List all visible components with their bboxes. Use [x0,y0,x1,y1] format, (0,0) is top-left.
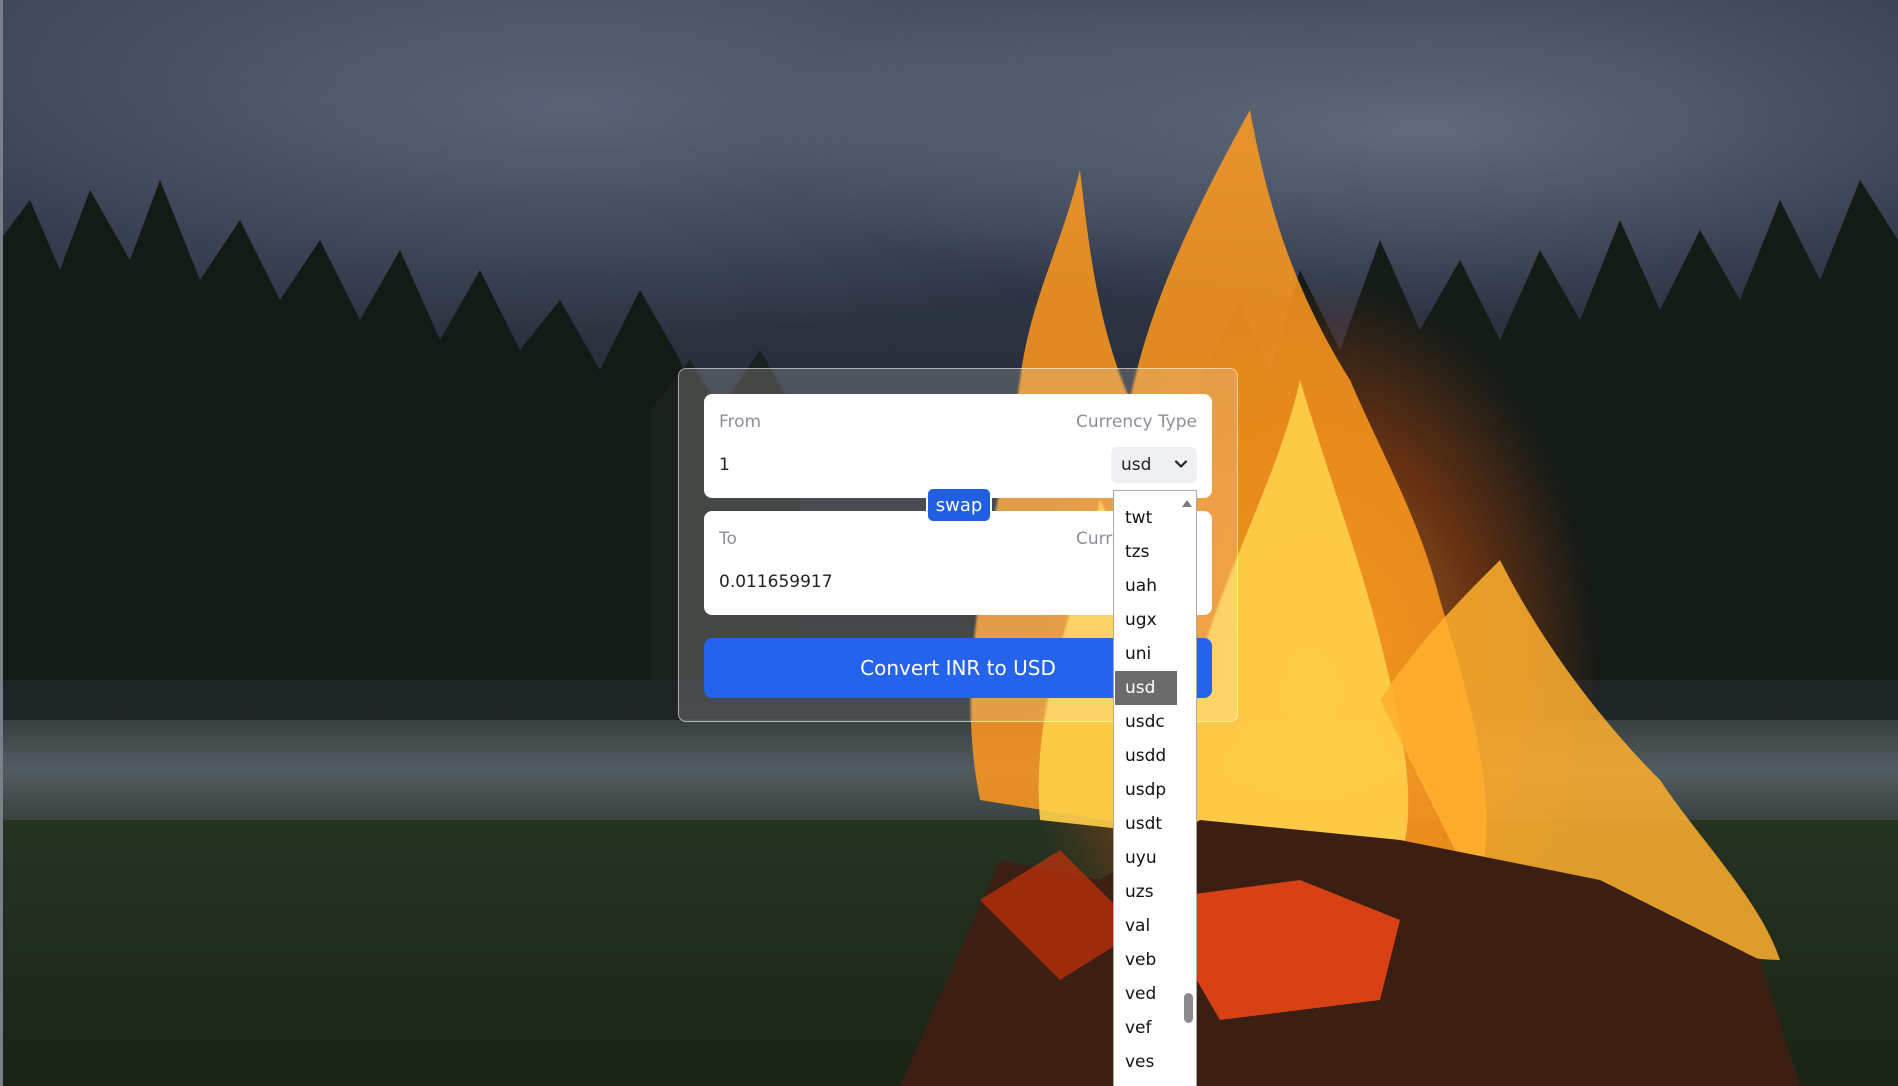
currency-option[interactable]: tzs [1115,535,1177,569]
currency-option-selected[interactable]: usd [1115,671,1177,705]
window-edge [0,0,3,1086]
currency-option[interactable]: usdt [1115,807,1177,841]
to-amount-input[interactable] [719,567,1019,597]
from-box: From Currency Type usd [704,394,1212,498]
currency-option[interactable]: uzs [1115,875,1177,909]
triangle-up-icon[interactable] [1180,497,1194,509]
from-currency-value: usd [1121,455,1152,475]
currency-option[interactable]: twt [1115,501,1177,535]
currency-option[interactable]: usdp [1115,773,1177,807]
scrollbar-thumb[interactable] [1184,993,1193,1023]
currency-option[interactable]: ves [1115,1045,1177,1079]
currency-option[interactable]: usdc [1115,705,1177,739]
currency-option[interactable]: usdd [1115,739,1177,773]
currency-option[interactable]: vef [1115,1011,1177,1045]
currency-option[interactable]: veb [1115,943,1177,977]
currency-option[interactable]: ved [1115,977,1177,1011]
currency-option[interactable]: uyu [1115,841,1177,875]
currency-option[interactable]: uni [1115,637,1177,671]
swap-button[interactable]: swap [926,487,992,523]
from-amount-input[interactable] [719,450,1019,480]
currency-dropdown-list[interactable]: twt tzs uah ugx uni usd usdc usdd usdp u… [1113,490,1197,1086]
from-currency-type-label: Currency Type [1075,412,1197,432]
currency-option[interactable]: uah [1115,569,1177,603]
from-currency-select[interactable]: usd [1111,447,1197,483]
to-label: To [719,529,737,549]
chevron-down-icon [1174,460,1188,468]
from-label: From [719,412,762,432]
dropdown-scrollbar[interactable] [1178,491,1196,1086]
currency-option[interactable]: val [1115,909,1177,943]
currency-option[interactable]: ugx [1115,603,1177,637]
